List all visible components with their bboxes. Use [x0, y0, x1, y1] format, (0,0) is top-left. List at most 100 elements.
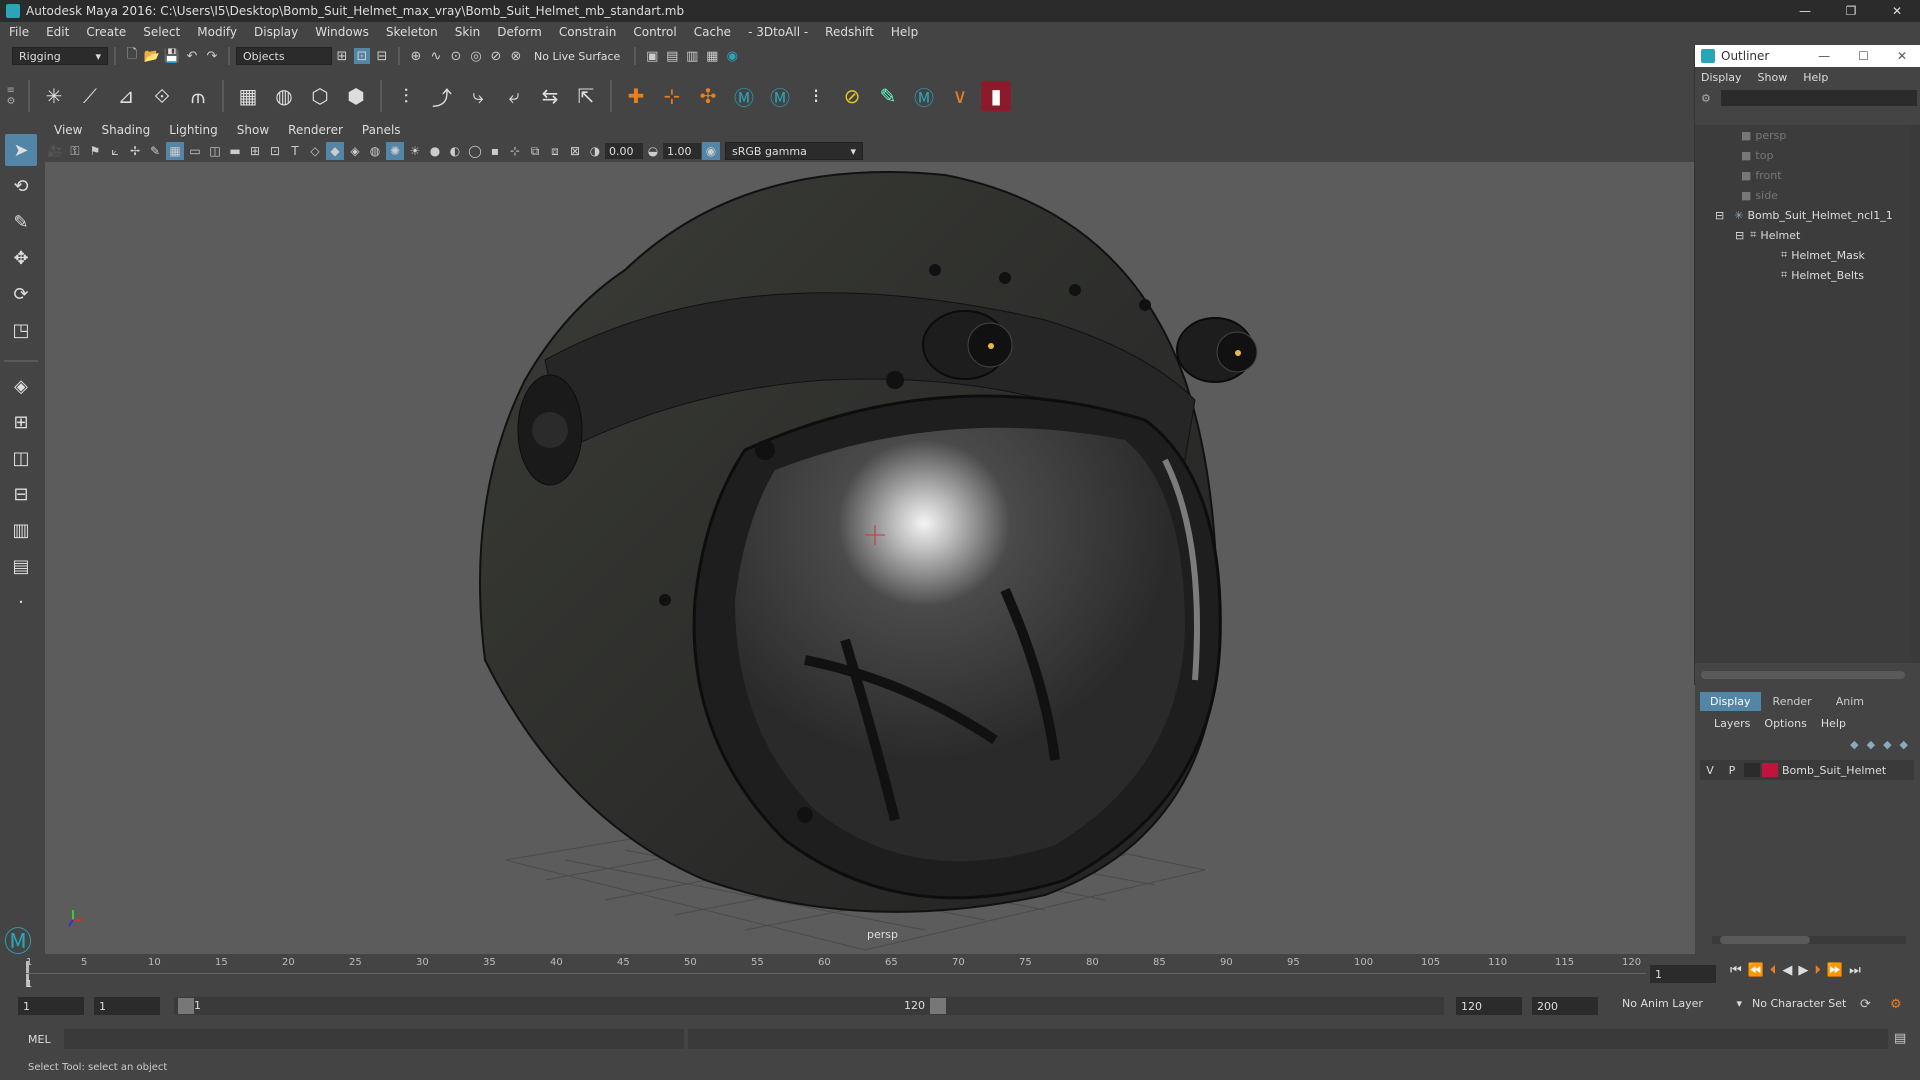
graph-layout-icon[interactable]: ▥ [5, 514, 37, 546]
layer-hscroll-thumb[interactable] [1720, 936, 1810, 944]
redo-icon[interactable]: ↷ [204, 48, 220, 64]
time-slider[interactable]: 1 5 10 15 20 25 30 35 40 45 50 55 60 65 … [0, 955, 1920, 995]
render-view-icon[interactable]: ▣ [644, 48, 660, 64]
gate-mask-icon[interactable]: ▬ [226, 142, 244, 160]
snap-curve-icon[interactable]: ∿ [428, 48, 444, 64]
snap-live-icon[interactable]: ⊗ [508, 48, 524, 64]
anim-layer-dropdown[interactable]: No Anim Layer ▾ [1622, 997, 1742, 1010]
outliner-vscrollbar[interactable] [1911, 125, 1920, 663]
lock-camera-icon[interactable]: ⚿ [66, 142, 84, 160]
snap-surface-icon[interactable]: ⊘ [488, 48, 504, 64]
brush-icon[interactable]: ✎ [873, 81, 903, 111]
outliner-item-group[interactable]: ⊟ ✳ Bomb_Suit_Helmet_ncl1_1 [1695, 205, 1911, 225]
menuset-dropdown[interactable]: Rigging ▾ [12, 47, 108, 65]
single-pane-layout-icon[interactable]: ◈ [5, 370, 37, 402]
step-forward-frame-icon[interactable]: ⏵ [1814, 963, 1821, 978]
exposure-icon[interactable]: ◑ [586, 142, 604, 160]
smooth-weights-icon[interactable]: ⤶ [499, 81, 529, 111]
menu-deform[interactable]: Deform [497, 25, 542, 39]
menu-skin[interactable]: Skin [455, 25, 481, 39]
layer-menu-help[interactable]: Help [1821, 717, 1846, 730]
depth-of-field-icon[interactable]: ▪ [486, 142, 504, 160]
render-settings-icon[interactable]: ▦ [704, 48, 720, 64]
smooth-shade-icon[interactable]: ◆ [326, 142, 344, 160]
range-start-handle[interactable] [178, 998, 194, 1014]
hypershade-icon[interactable]: ◉ [724, 48, 740, 64]
collapse-icon[interactable]: ⊟ [1715, 209, 1724, 222]
step-back-key-icon[interactable]: ⏪ [1748, 963, 1764, 978]
playback-start-field[interactable]: 1 [94, 997, 160, 1015]
outliner-menu-show[interactable]: Show [1758, 71, 1788, 84]
layer-menu-layers[interactable]: Layers [1714, 717, 1750, 730]
menu-cache[interactable]: Cache [694, 25, 731, 39]
outliner-item-top[interactable]: ■ top [1695, 145, 1911, 165]
lasso-tool-icon[interactable]: ⟲ [5, 170, 37, 202]
step-back-frame-icon[interactable]: ⏴ [1770, 963, 1777, 978]
outliner-menu-help[interactable]: Help [1803, 71, 1828, 84]
vp-menu-panels[interactable]: Panels [362, 123, 401, 137]
script-language-label[interactable]: MEL [28, 1033, 51, 1046]
outliner-hscrollbar[interactable] [1701, 671, 1905, 679]
snap-grid-icon[interactable]: ⊕ [408, 48, 424, 64]
new-layer-selected-icon[interactable]: ◆ [1900, 738, 1908, 751]
menu-windows[interactable]: Windows [315, 25, 369, 39]
select-component-icon[interactable]: ⊟ [374, 48, 390, 64]
check-icon[interactable]: ∨ [945, 81, 975, 111]
snap-point-icon[interactable]: ⊙ [448, 48, 464, 64]
select-hierarchy-icon[interactable]: ⊞ [334, 48, 350, 64]
anim-prefs-icon[interactable]: ⚙ [1890, 997, 1902, 1012]
shadows-icon[interactable]: ☀ [406, 142, 424, 160]
snap-view-icon[interactable]: ◎ [468, 48, 484, 64]
minimize-icon[interactable]: — [1782, 0, 1828, 22]
auto-key-icon[interactable]: ⟳ [1860, 997, 1871, 1012]
menu-skeleton[interactable]: Skeleton [386, 25, 438, 39]
maximize-icon[interactable]: ☐ [1858, 49, 1869, 63]
vp-menu-lighting[interactable]: Lighting [169, 123, 218, 137]
resolution-gate-icon[interactable]: ◫ [206, 142, 224, 160]
layer-type-toggle[interactable] [1744, 763, 1760, 777]
range-end-handle[interactable] [930, 998, 946, 1014]
ipr-render-icon[interactable]: ▥ [684, 48, 700, 64]
outliner-item-side[interactable]: ■ side [1695, 185, 1911, 205]
vp-menu-view[interactable]: View [54, 123, 82, 137]
start-time-field[interactable]: 1 [18, 997, 84, 1015]
lattice-icon[interactable]: ▦ [233, 81, 263, 111]
shelf-options-icon[interactable]: ≡ ⚙ [0, 72, 22, 120]
layer-color-swatch[interactable] [1762, 763, 1778, 777]
color-management-icon[interactable]: ◉ [702, 142, 720, 160]
color-bars-icon[interactable]: ▮ [981, 81, 1011, 111]
menu-control[interactable]: Control [633, 25, 676, 39]
insert-joint-icon[interactable]: ⟐ [147, 81, 177, 111]
layer-hscrollbar[interactable] [1712, 936, 1906, 944]
move-layer-up-icon[interactable]: ◆ [1850, 738, 1858, 751]
vp-menu-shading[interactable]: Shading [101, 123, 150, 137]
move-tool-icon[interactable]: ✥ [5, 242, 37, 274]
tab-render[interactable]: Render [1761, 692, 1824, 711]
ik-spline-icon[interactable]: ⊿ [111, 81, 141, 111]
paint-weights-icon[interactable]: ⤷ [463, 81, 493, 111]
mirror-joint-icon[interactable]: ⫙ [183, 81, 213, 111]
outliner-item-persp[interactable]: ■ persp [1695, 125, 1911, 145]
bind-skin-icon[interactable]: ⫶ [391, 81, 421, 111]
menu-create[interactable]: Create [86, 25, 126, 39]
custom-layout-icon[interactable]: · [5, 586, 37, 618]
live-surface-label[interactable]: No Live Surface [534, 50, 620, 63]
tab-display[interactable]: Display [1700, 691, 1761, 711]
selection-mask-dropdown[interactable]: Objects [236, 47, 332, 65]
copy-weights-icon[interactable]: ⇱ [571, 81, 601, 111]
film-gate-icon[interactable]: ▭ [186, 142, 204, 160]
go-to-start-icon[interactable]: ⏮ [1730, 963, 1742, 978]
menu-modify[interactable]: Modify [197, 25, 237, 39]
lock-attr-icon[interactable]: ⊘ [837, 81, 867, 111]
current-frame-field[interactable]: 1 [1650, 965, 1716, 983]
uv-layout-icon[interactable]: ▤ [5, 550, 37, 582]
select-tool-icon[interactable]: ➤ [5, 134, 37, 166]
menu-3dtoall[interactable]: - 3DtoAll - [748, 25, 808, 39]
mirror-weights-icon[interactable]: ⇆ [535, 81, 565, 111]
joint-tool-icon[interactable]: ✳ [39, 81, 69, 111]
filter-icon[interactable]: ⚙ [1701, 92, 1715, 105]
grease-pencil-icon[interactable]: ✎ [146, 142, 164, 160]
sculpt-deformer-icon[interactable]: ⬢ [341, 81, 371, 111]
play-forward-icon[interactable]: ▶ [1798, 963, 1808, 978]
cluster-icon[interactable]: ◍ [269, 81, 299, 111]
